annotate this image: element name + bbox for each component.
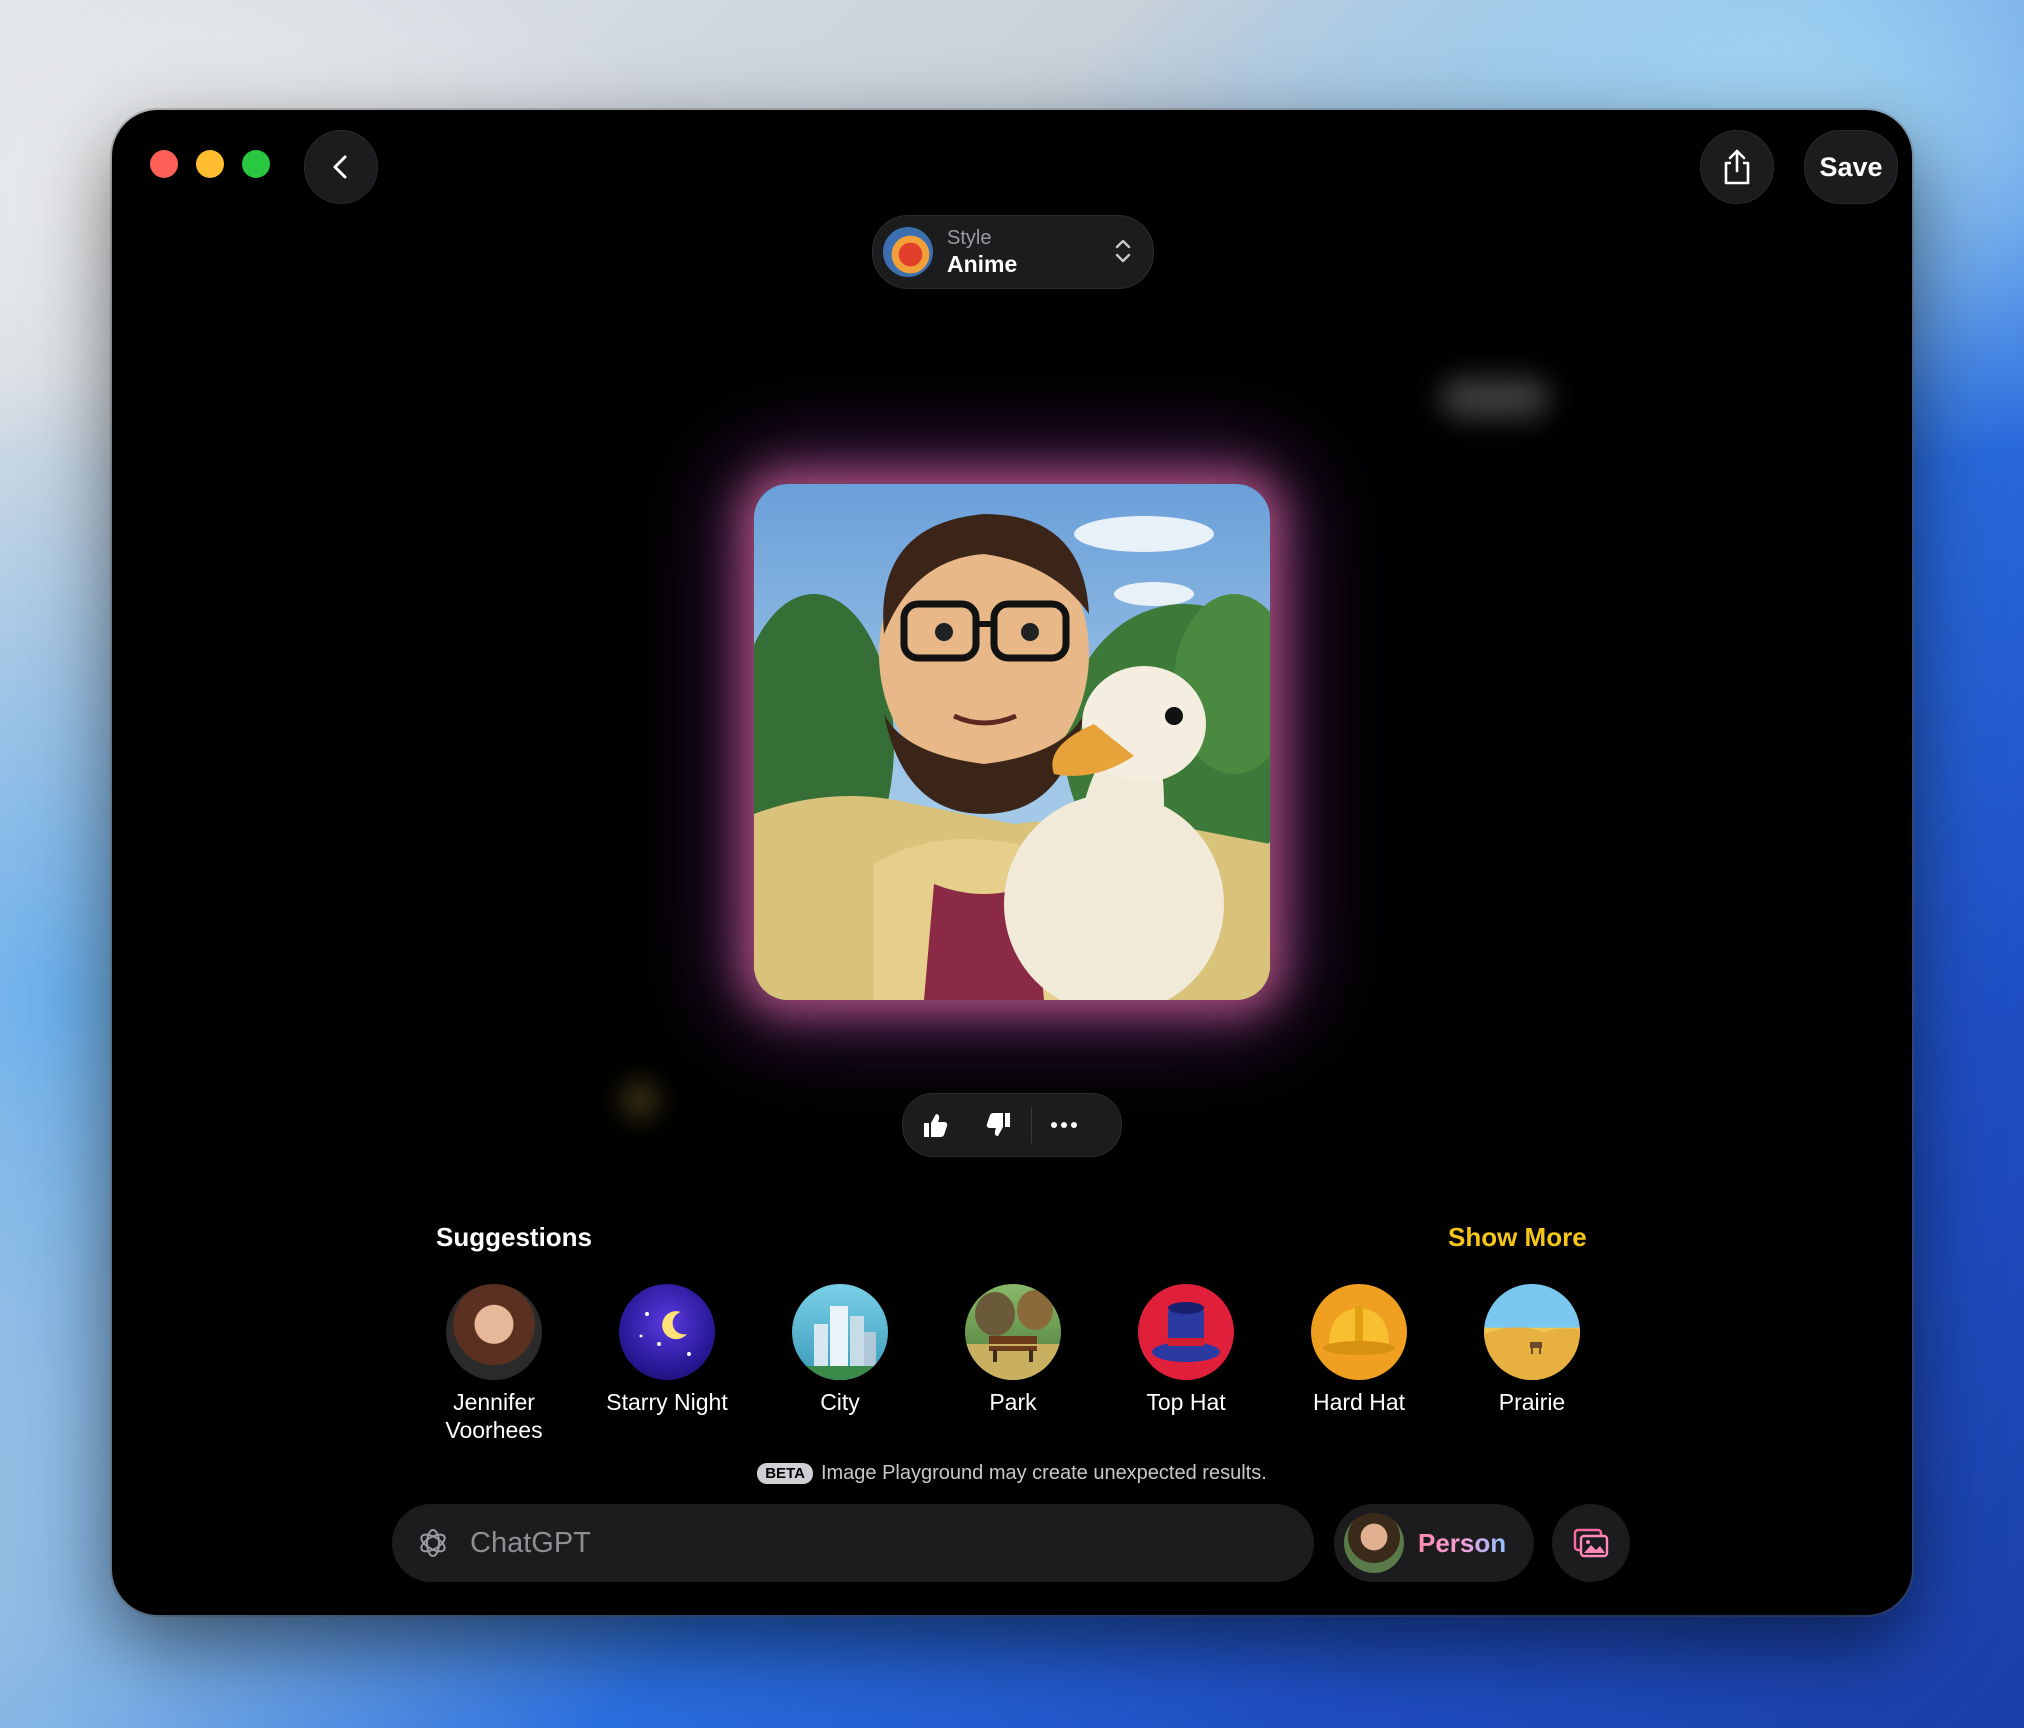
suggestion-prairie[interactable]: Prairie: [1447, 1284, 1617, 1416]
share-icon: [1724, 149, 1750, 185]
person-chip-label: Person: [1418, 1527, 1507, 1558]
ellipsis-icon: [1051, 1122, 1077, 1128]
more-options-button[interactable]: [1032, 1094, 1096, 1156]
city-buildings-icon: [792, 1284, 888, 1380]
chevron-up-down-icon: [1115, 239, 1131, 263]
thumbs-down-button[interactable]: [967, 1094, 1031, 1156]
suggestion-label: Jennifer Voorhees: [445, 1389, 543, 1443]
suggestion-park[interactable]: Park: [928, 1284, 1098, 1416]
thumbs-up-button[interactable]: [903, 1094, 967, 1156]
beta-notice: BETA Image Playground may create unexpec…: [732, 1462, 1292, 1485]
suggestion-hard-hat[interactable]: Hard Hat: [1274, 1284, 1444, 1416]
suggestion-starry-night[interactable]: Starry Night: [582, 1284, 752, 1416]
thumbs-down-icon: [986, 1113, 1010, 1136]
beta-badge: BETA: [757, 1463, 813, 1484]
suggestion-label: Starry Night: [606, 1389, 728, 1415]
top-hat-icon: [1138, 1284, 1234, 1380]
style-picker-label: Style: [947, 227, 992, 249]
style-picker-value: Anime: [947, 251, 1018, 277]
suggestion-label: Top Hat: [1146, 1389, 1226, 1415]
feedback-controls: [902, 1093, 1122, 1157]
style-thumbnail: [883, 227, 933, 277]
close-window-button[interactable]: [150, 150, 178, 178]
back-button[interactable]: [304, 130, 378, 204]
hard-hat-icon: [1311, 1284, 1407, 1380]
blurred-preview-thumbnail: [620, 1080, 660, 1120]
style-picker[interactable]: Style Anime: [872, 215, 1154, 289]
generated-image[interactable]: [754, 484, 1270, 1000]
share-button[interactable]: [1700, 130, 1774, 204]
photo-library-icon: [1573, 1528, 1609, 1558]
minimize-window-button[interactable]: [196, 150, 224, 178]
suggestion-top-hat[interactable]: Top Hat: [1101, 1284, 1271, 1416]
suggestion-label: Park: [989, 1389, 1037, 1415]
save-button[interactable]: Save: [1804, 130, 1898, 204]
avatar: [1344, 1513, 1404, 1573]
person-photo-icon: [446, 1284, 542, 1380]
prairie-landscape-icon: [1484, 1284, 1580, 1380]
person-chip[interactable]: Person: [1334, 1504, 1534, 1582]
suggestion-city[interactable]: City: [755, 1284, 925, 1416]
beta-notice-text: Image Playground may create unexpected r…: [820, 1462, 1267, 1484]
image-playground-window: Save Style Anime Suggestions Show More J…: [112, 110, 1912, 1615]
chevron-left-icon: [333, 155, 347, 179]
park-bench-icon: [965, 1284, 1061, 1380]
suggestion-label: City: [820, 1389, 860, 1415]
photos-picker-button[interactable]: [1552, 1504, 1630, 1582]
suggestions-heading: Suggestions: [436, 1222, 593, 1252]
anime-portrait-illustration: [754, 484, 1270, 1000]
prompt-input[interactable]: [468, 1525, 1272, 1561]
blurred-preview-thumbnail: [1440, 378, 1550, 418]
suggestion-label: Prairie: [1498, 1389, 1566, 1415]
chatgpt-icon: [416, 1526, 450, 1560]
suggestion-jennifer-voorhees[interactable]: Jennifer Voorhees: [409, 1284, 579, 1444]
thumbs-up-icon: [924, 1114, 948, 1137]
show-more-link[interactable]: Show More: [1448, 1222, 1587, 1253]
night-sky-icon: [619, 1284, 715, 1380]
prompt-field[interactable]: [392, 1504, 1314, 1582]
zoom-window-button[interactable]: [242, 150, 270, 178]
suggestion-label: Hard Hat: [1312, 1389, 1406, 1415]
